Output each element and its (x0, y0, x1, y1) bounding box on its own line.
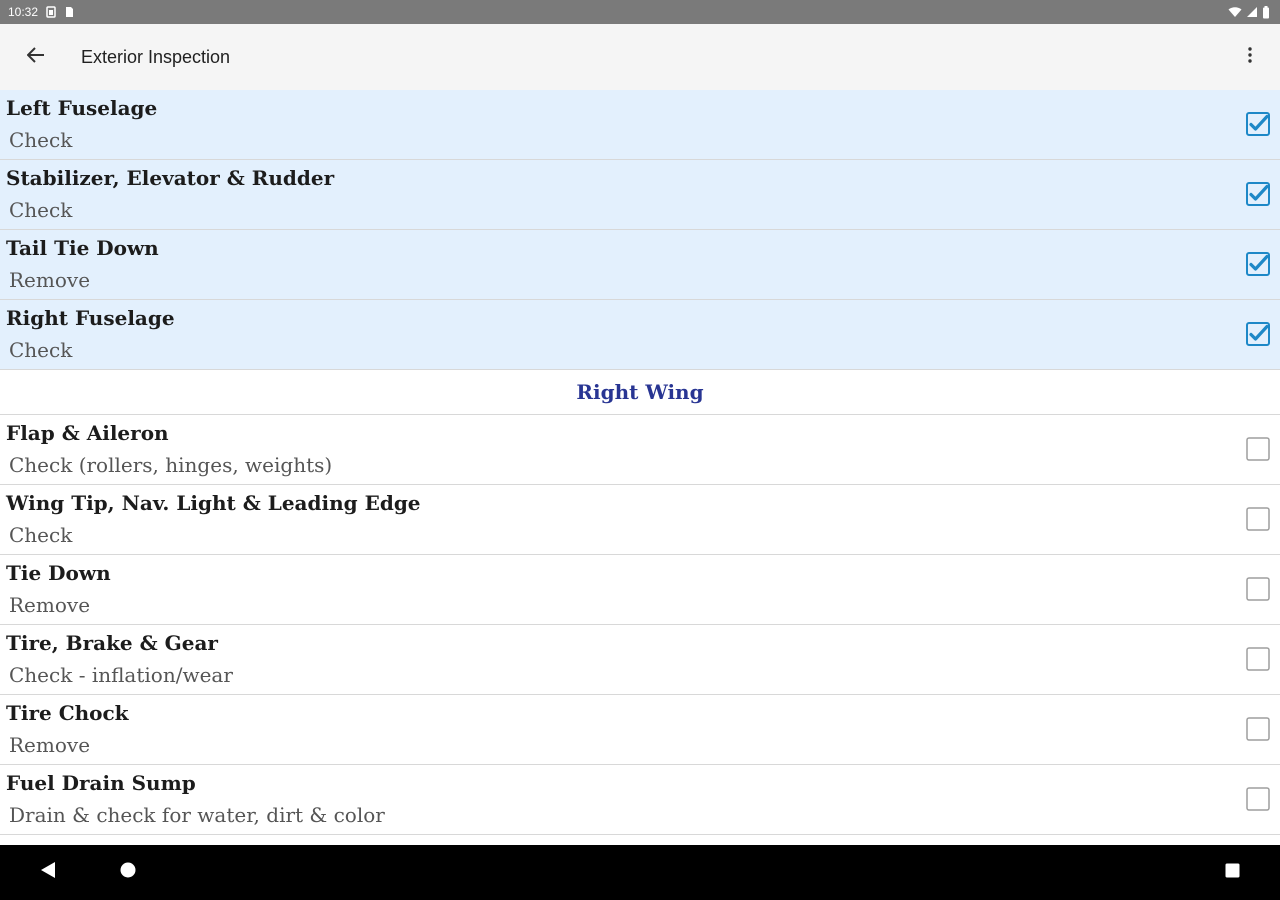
checkbox-unchecked[interactable] (1246, 577, 1270, 601)
more-vert-icon (1248, 46, 1252, 68)
checklist-item-action: Check (9, 523, 73, 547)
checkbox-checked[interactable] (1246, 182, 1270, 206)
checklist-item-title: Right Fuselage (6, 306, 175, 330)
checkbox-unchecked[interactable] (1246, 437, 1270, 461)
checklist-item-title: Fuel Drain Sump (6, 771, 196, 795)
checklist-item-title: Flap & Aileron (6, 421, 169, 445)
app-bar: Exterior Inspection (0, 24, 1280, 91)
checklist-item[interactable]: Left Fuselage Check (0, 90, 1280, 160)
empty-box-icon (1246, 437, 1270, 461)
checklist-item[interactable]: Tie Down Remove (0, 555, 1280, 625)
status-bar: 10:32 (0, 0, 1280, 24)
empty-box-icon (1246, 717, 1270, 741)
nav-home-button[interactable] (98, 845, 158, 900)
sd-card-icon (64, 6, 74, 18)
checklist-item-title: Tie Down (6, 561, 111, 585)
checklist-item-action: Check - inflation/wear (9, 663, 233, 687)
checklist-item[interactable]: Fuel Drain Sump Drain & check for water, … (0, 765, 1280, 835)
checklist-item-action: Check (rollers, hinges, weights) (9, 453, 333, 477)
page-title: Exterior Inspection (81, 46, 231, 67)
arrow-left-icon (26, 46, 45, 68)
check-icon (1246, 252, 1270, 276)
checklist-item[interactable]: Tail Tie Down Remove (0, 230, 1280, 300)
navigation-bar (0, 845, 1280, 900)
wifi-icon (1228, 6, 1242, 18)
checklist-item[interactable]: Tire, Brake & Gear Check - inflation/wear (0, 625, 1280, 695)
checklist-item-action: Check (9, 198, 73, 222)
checklist-item-action: Check (9, 128, 73, 152)
check-icon (1246, 182, 1270, 206)
circle-home-icon (120, 862, 136, 883)
back-button[interactable] (0, 24, 72, 90)
nav-back-button[interactable] (18, 845, 78, 900)
checklist-item-action: Check (9, 338, 73, 362)
checklist-item[interactable]: Wing Tip, Nav. Light & Leading Edge Check (0, 485, 1280, 555)
checklist[interactable]: Left Fuselage Check Stabilizer, Elevator &… (0, 90, 1280, 845)
checkbox-checked[interactable] (1246, 252, 1270, 276)
empty-box-icon (1246, 507, 1270, 531)
sim-icon (46, 6, 56, 18)
check-icon (1246, 112, 1270, 136)
checklist-item-title: Left Fuselage (6, 96, 158, 120)
checklist-item[interactable]: Right Fuselage Check (0, 300, 1280, 370)
square-recents-icon (1225, 863, 1240, 883)
empty-box-icon (1246, 577, 1270, 601)
checkbox-unchecked[interactable] (1246, 717, 1270, 741)
checklist-item-title: Wing Tip, Nav. Light & Leading Edge (6, 491, 421, 515)
checklist-item-title: Tire Chock (6, 701, 129, 725)
empty-box-icon (1246, 787, 1270, 811)
checklist-item-title: Tail Tie Down (6, 236, 159, 260)
nav-recents-button[interactable] (1202, 845, 1262, 900)
signal-icon (1246, 6, 1258, 18)
checklist-item-action: Remove (9, 593, 91, 617)
checklist-item[interactable]: Stabilizer, Elevator & Rudder Check (0, 160, 1280, 230)
checkbox-unchecked[interactable] (1246, 787, 1270, 811)
status-time: 10:32 (8, 5, 39, 19)
empty-box-icon (1246, 647, 1270, 671)
checklist-item-action: Remove (9, 268, 91, 292)
checklist-item[interactable]: Flap & Aileron Check (rollers, hinges, we… (0, 415, 1280, 485)
checkbox-checked[interactable] (1246, 112, 1270, 136)
checklist-item[interactable]: Tire Chock Remove (0, 695, 1280, 765)
checkbox-unchecked[interactable] (1246, 507, 1270, 531)
checklist-item-action: Drain & check for water, dirt & color (9, 803, 385, 827)
checklist-item-title: Stabilizer, Elevator & Rudder (6, 166, 335, 190)
checklist-item-action: Remove (9, 733, 91, 757)
overflow-menu-button[interactable] (1220, 24, 1280, 90)
triangle-back-icon (40, 861, 56, 884)
checkbox-unchecked[interactable] (1246, 647, 1270, 671)
checkbox-checked[interactable] (1246, 322, 1270, 346)
check-icon (1246, 322, 1270, 346)
battery-icon (1262, 5, 1270, 19)
section-header-right-wing: Right Wing (0, 370, 1280, 415)
checklist-item-title: Tire, Brake & Gear (6, 631, 218, 655)
